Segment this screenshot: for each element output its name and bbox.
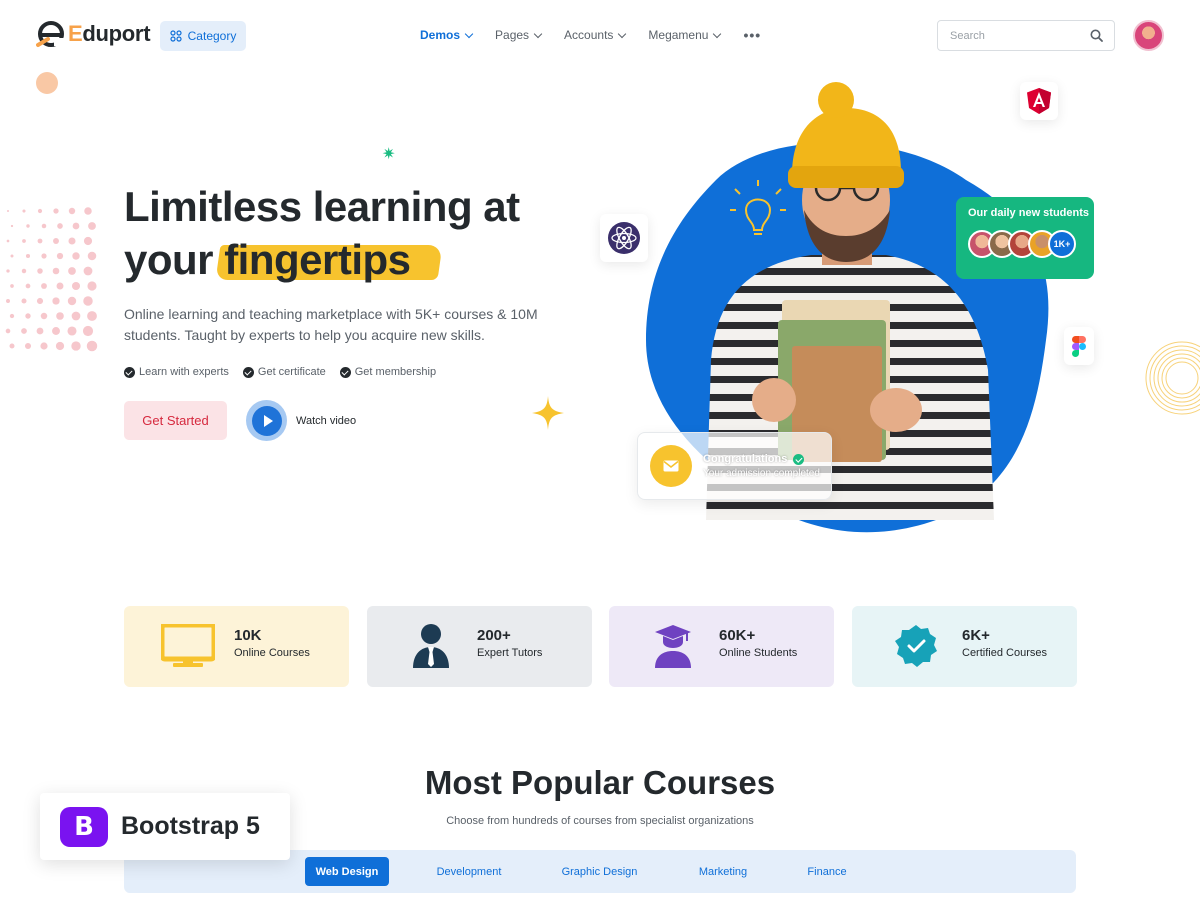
decor-dot-pattern: [5, 207, 98, 352]
watch-video-label: Watch video: [296, 414, 357, 427]
graduate-icon: [645, 622, 701, 670]
green-star-icon: ✷: [382, 146, 396, 163]
tutor-icon: [403, 622, 459, 670]
check-circle-icon: [339, 366, 351, 378]
student-count-badge: 1K+: [1048, 230, 1076, 258]
students-card-title: Our daily new students: [968, 207, 1090, 219]
student-avatars: 1K+: [968, 230, 1094, 258]
congrats-title: Congratulations: [703, 453, 820, 465]
stat-number: 10K: [234, 627, 262, 644]
stat-card-tutors: 200+ Expert Tutors: [367, 606, 592, 687]
brand-logo[interactable]: Eduport: [36, 20, 151, 48]
hero-title: Limitless learning at your fingertips: [124, 180, 584, 286]
stat-number: 200+: [477, 627, 511, 644]
tab-marketing[interactable]: Marketing: [688, 857, 758, 886]
bootstrap-badge-text: Bootstrap 5: [121, 812, 260, 840]
play-icon: [246, 400, 287, 441]
stat-label: Online Students: [719, 647, 798, 659]
decor-dot: [36, 72, 58, 94]
nav-item-pages[interactable]: Pages: [495, 26, 543, 44]
nav-item-more[interactable]: •••: [743, 26, 761, 44]
nav-item-accounts[interactable]: Accounts: [564, 26, 627, 44]
feature-item: Get membership: [339, 366, 436, 378]
stat-number: 60K+: [719, 627, 756, 644]
bootstrap-logo-icon: B: [60, 806, 108, 847]
category-button[interactable]: Category: [160, 21, 246, 51]
stat-card-students: 60K+ Online Students: [609, 606, 834, 687]
check-circle-icon: [242, 366, 254, 378]
hero-subtitle: Online learning and teaching marketplace…: [124, 306, 538, 343]
nav-item-demos[interactable]: Demos: [420, 26, 474, 44]
stat-card-courses: 10K Online Courses: [124, 606, 349, 687]
search-box: [937, 20, 1115, 51]
figma-icon: [1072, 335, 1086, 357]
daily-students-card: Our daily new students 1K+: [956, 197, 1094, 279]
tab-web-design[interactable]: Web Design: [305, 857, 389, 886]
check-circle-icon: [124, 366, 135, 378]
chevron-down-icon: [533, 29, 543, 38]
certified-badge-icon: [888, 622, 944, 670]
stat-card-certified: 6K+ Certified Courses: [852, 606, 1077, 687]
hero-title-highlight: fingertips: [224, 233, 411, 286]
stat-label: Online Courses: [234, 647, 310, 659]
brand-name: Eduport: [68, 21, 151, 46]
nav-item-megamenu[interactable]: Megamenu: [648, 26, 722, 44]
feature-item: Get certificate: [242, 366, 326, 378]
logo-mark-icon: [36, 21, 64, 47]
bootstrap-badge: B Bootstrap 5: [40, 793, 290, 860]
stat-label: Expert Tutors: [477, 647, 543, 659]
atom-icon: [608, 222, 640, 254]
monitor-icon: [160, 622, 216, 670]
search-icon[interactable]: [1090, 29, 1103, 42]
user-avatar[interactable]: [1133, 20, 1164, 51]
tab-graphic-design[interactable]: Graphic Design: [552, 857, 647, 886]
feature-item: Learn with experts: [124, 366, 229, 378]
figma-card: [1064, 327, 1094, 365]
main-nav: Demos Pages Accounts Megamenu •••: [420, 26, 761, 44]
congrats-subtitle: Your admission completed: [703, 468, 820, 479]
angular-card: [1020, 82, 1058, 120]
check-circle-icon: [793, 453, 805, 465]
chevron-down-icon: [464, 29, 474, 38]
watch-video-button[interactable]: Watch video: [246, 400, 356, 441]
stat-number: 6K+: [962, 627, 990, 644]
get-started-button[interactable]: Get Started: [124, 401, 227, 440]
atom-card: [600, 214, 648, 262]
search-input[interactable]: [950, 29, 1090, 42]
chevron-down-icon: [713, 29, 722, 38]
hero-features: Learn with experts Get certificate Get m…: [124, 366, 436, 378]
sparkle-icon: [532, 396, 564, 430]
stat-label: Certified Courses: [962, 647, 1047, 659]
chevron-down-icon: [618, 29, 627, 38]
ellipsis-icon: •••: [743, 27, 762, 43]
tab-development[interactable]: Development: [424, 857, 514, 886]
congratulations-card: Congratulations Your admission completed: [637, 432, 832, 500]
mail-icon: [650, 445, 692, 487]
angular-icon: [1027, 88, 1051, 114]
grid-icon: [170, 30, 182, 42]
category-label: Category: [187, 29, 237, 43]
tab-finance[interactable]: Finance: [798, 857, 856, 886]
